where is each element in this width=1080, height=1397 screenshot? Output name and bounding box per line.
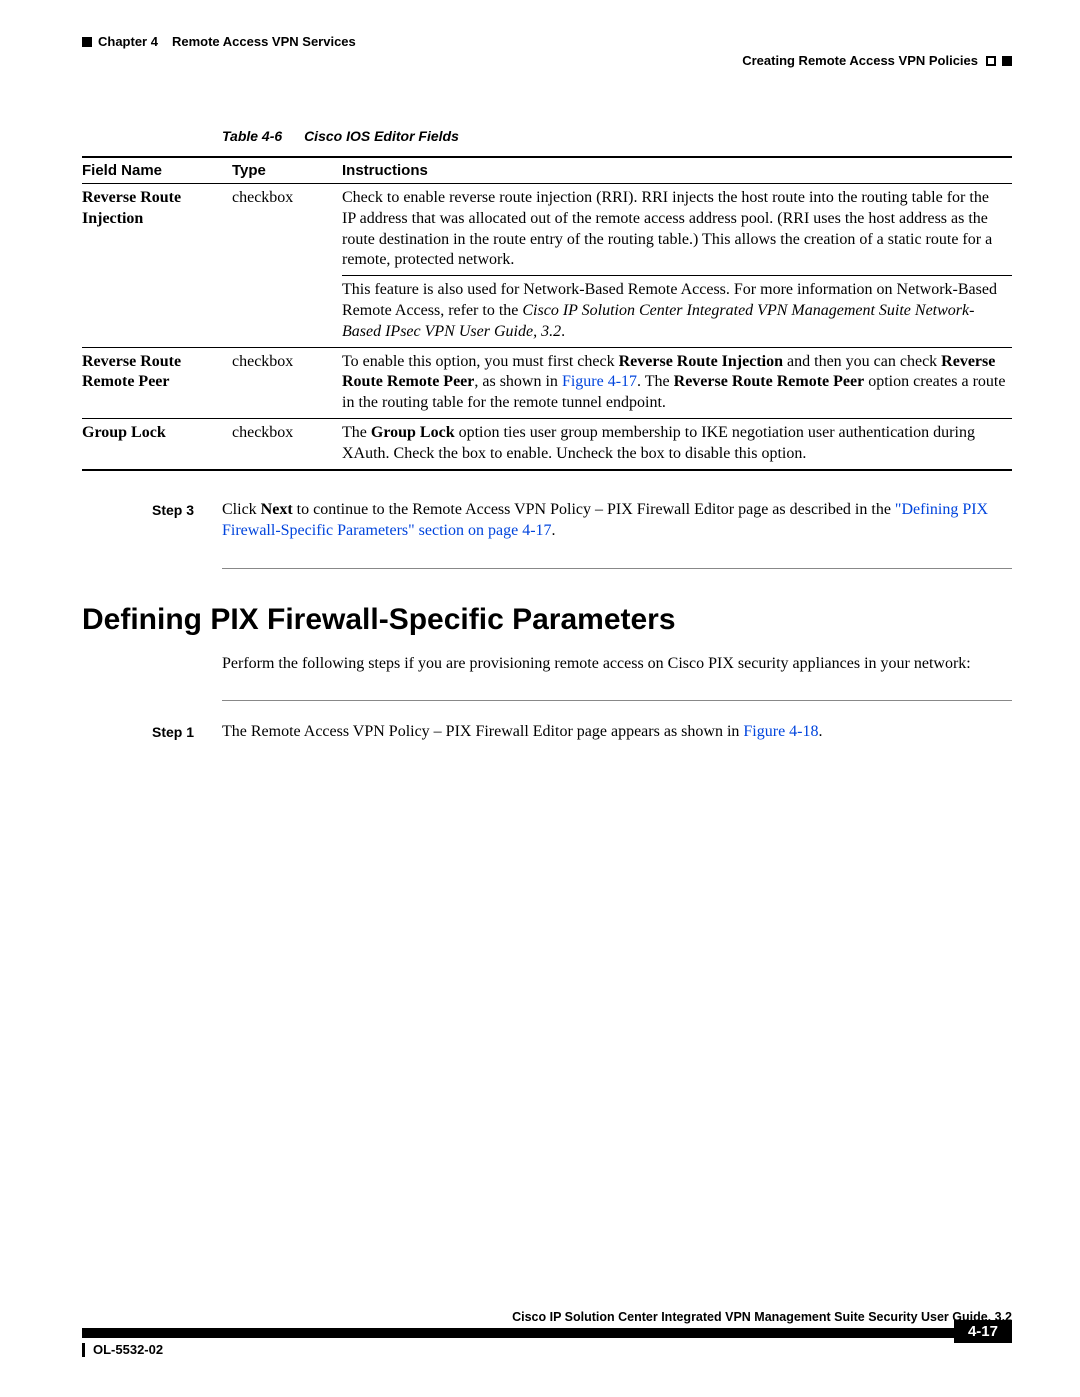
th-field-name: Field Name — [82, 157, 232, 184]
step-block: Step 3 Click Next to continue to the Rem… — [152, 499, 1012, 542]
figure-link[interactable]: Figure 4-18 — [743, 723, 818, 740]
table-number: Table 4-6 — [222, 128, 282, 144]
cell-type: checkbox — [232, 347, 342, 418]
text-bold: Reverse Route Injection — [619, 353, 783, 370]
step-label: Step 1 — [152, 721, 222, 743]
chapter-number: Chapter 4 — [98, 34, 158, 49]
text: to continue to the Remote Access VPN Pol… — [293, 501, 895, 518]
divider — [222, 568, 1012, 569]
th-type: Type — [232, 157, 342, 184]
text-bold: Next — [261, 501, 293, 518]
chapter-title: Remote Access VPN Services — [172, 34, 356, 49]
square-icon — [82, 37, 92, 47]
text: and then you can check — [783, 353, 941, 370]
cell-field-name: Reverse Route Remote Peer — [82, 347, 232, 418]
table-row: Group Lock checkbox The Group Lock optio… — [82, 418, 1012, 469]
text: The Remote Access VPN Policy – PIX Firew… — [222, 723, 743, 740]
footer-guide-title: Cisco IP Solution Center Integrated VPN … — [82, 1310, 1012, 1324]
footer-rule — [82, 1328, 980, 1338]
page-footer: Cisco IP Solution Center Integrated VPN … — [82, 1310, 1012, 1357]
section-heading: Defining PIX Firewall-Specific Parameter… — [82, 603, 1012, 637]
cell-field-name: Reverse Route Injection — [82, 184, 232, 348]
step-text: Click Next to continue to the Remote Acc… — [222, 499, 1012, 542]
table-title: Cisco IOS Editor Fields — [304, 128, 459, 144]
text: , as shown in — [474, 373, 562, 390]
text: . — [819, 723, 823, 740]
bar-icon — [82, 1343, 85, 1357]
footer-doc-id: OL-5532-02 — [82, 1342, 163, 1357]
fields-table: Field Name Type Instructions Reverse Rou… — [82, 156, 1012, 471]
doc-id: OL-5532-02 — [93, 1342, 163, 1357]
text: . The — [637, 373, 674, 390]
text: Click — [222, 501, 261, 518]
cell-instructions: The Group Lock option ties user group me… — [342, 418, 1012, 469]
square-outline-icon — [986, 56, 996, 66]
step-text: The Remote Access VPN Policy – PIX Firew… — [222, 721, 1012, 743]
page-number: 4-17 — [954, 1320, 1012, 1343]
footer-bar — [82, 1328, 1012, 1338]
figure-link[interactable]: Figure 4-17 — [562, 373, 637, 390]
table-row: Reverse Route Injection checkbox Check t… — [82, 184, 1012, 276]
step-block: Step 1 The Remote Access VPN Policy – PI… — [152, 721, 1012, 743]
text: Check to enable reverse route injection … — [342, 189, 992, 268]
cell-instructions: This feature is also used for Network-Ba… — [342, 276, 1012, 347]
square-icon — [1002, 56, 1012, 66]
cell-instructions: To enable this option, you must first ch… — [342, 347, 1012, 418]
text-bold: Group Lock — [371, 424, 455, 441]
text: To enable this option, you must first ch… — [342, 353, 619, 370]
cell-type: checkbox — [232, 418, 342, 469]
table-row: Reverse Route Remote Peer checkbox To en… — [82, 347, 1012, 418]
section-breadcrumb: Creating Remote Access VPN Policies — [742, 53, 978, 68]
section-intro: Perform the following steps if you are p… — [222, 653, 1012, 675]
text: The — [342, 424, 371, 441]
th-instructions: Instructions — [342, 157, 1012, 184]
text: . — [561, 323, 565, 340]
cell-instructions: Check to enable reverse route injection … — [342, 184, 1012, 276]
divider — [222, 700, 1012, 701]
text: . — [552, 522, 556, 539]
cell-type: checkbox — [232, 184, 342, 348]
running-header: Chapter 4 Remote Access VPN Services — [82, 34, 1012, 49]
step-label: Step 3 — [152, 499, 222, 542]
cell-field-name: Group Lock — [82, 418, 232, 469]
text-bold: Reverse Route Remote Peer — [674, 373, 865, 390]
table-caption: Table 4-6 Cisco IOS Editor Fields — [222, 128, 1012, 144]
running-subheader: Creating Remote Access VPN Policies — [82, 53, 1012, 68]
